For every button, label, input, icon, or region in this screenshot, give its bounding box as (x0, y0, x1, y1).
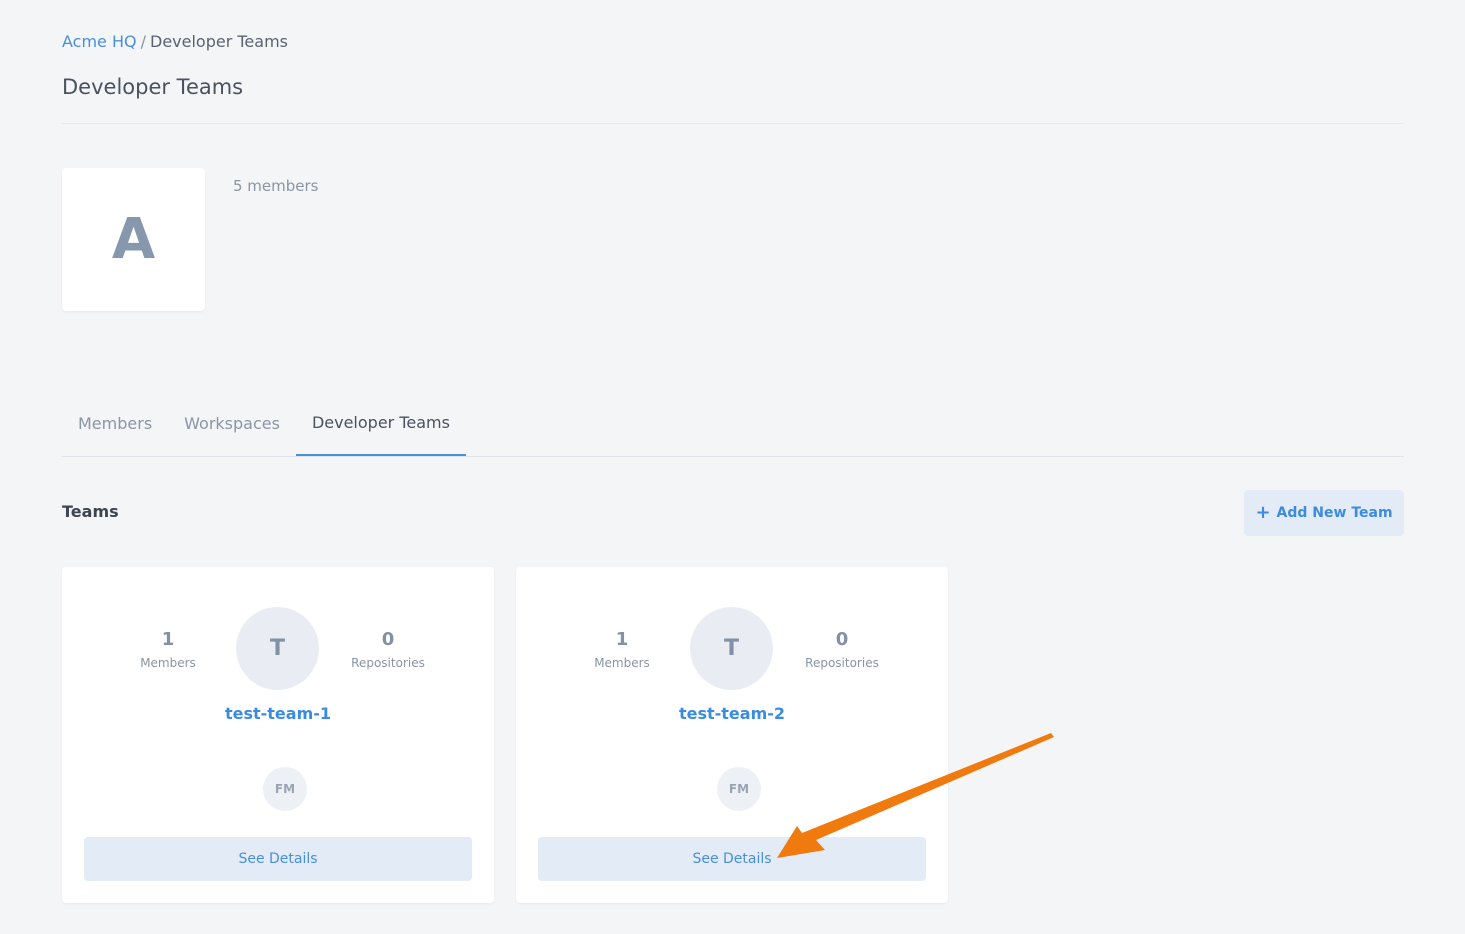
team-name-link[interactable]: test-team-2 (516, 704, 948, 723)
team-members-count: 1 (615, 629, 629, 650)
tab-members[interactable]: Members (62, 390, 168, 456)
teams-section-title: Teams (62, 502, 119, 521)
organization-members-count: 5 members (233, 177, 319, 195)
team-repositories-count: 0 (381, 629, 395, 650)
see-details-button[interactable]: See Details (84, 837, 472, 881)
team-members-label: Members (140, 656, 196, 670)
page-title: Developer Teams (62, 75, 244, 99)
plus-icon: + (1255, 502, 1271, 523)
team-members-stat: 1 Members (108, 629, 228, 670)
team-repositories-label: Repositories (351, 656, 425, 670)
team-repositories-count: 0 (835, 629, 849, 650)
member-avatar[interactable]: FM (263, 767, 307, 811)
add-new-team-label: Add New Team (1276, 505, 1393, 521)
team-repositories-label: Repositories (805, 656, 879, 670)
team-card-2: 1 Members T 0 Repositories test-team-2 F… (516, 567, 948, 903)
breadcrumb: Acme HQ / Developer Teams (62, 32, 288, 51)
team-card-1: 1 Members T 0 Repositories test-team-1 F… (62, 567, 494, 903)
breadcrumb-current: Developer Teams (150, 32, 288, 51)
team-repositories-stat: 0 Repositories (328, 629, 448, 670)
team-members-count: 1 (161, 629, 175, 650)
team-name-link[interactable]: test-team-1 (62, 704, 494, 723)
organization-avatar: A (62, 168, 205, 311)
team-avatar: T (690, 607, 773, 690)
see-details-button[interactable]: See Details (538, 837, 926, 881)
team-members-label: Members (594, 656, 650, 670)
add-new-team-button[interactable]: + Add New Team (1244, 490, 1404, 536)
breadcrumb-link-acme-hq[interactable]: Acme HQ (62, 32, 137, 51)
breadcrumb-separator: / (140, 32, 146, 51)
team-avatar: T (236, 607, 319, 690)
team-repositories-stat: 0 Repositories (782, 629, 902, 670)
member-avatar[interactable]: FM (717, 767, 761, 811)
header-divider (62, 123, 1404, 124)
tab-developer-teams[interactable]: Developer Teams (295, 390, 466, 456)
tab-workspaces[interactable]: Workspaces (168, 390, 296, 456)
team-members-stat: 1 Members (562, 629, 682, 670)
tab-bar: Members Workspaces Developer Teams (62, 390, 1404, 457)
